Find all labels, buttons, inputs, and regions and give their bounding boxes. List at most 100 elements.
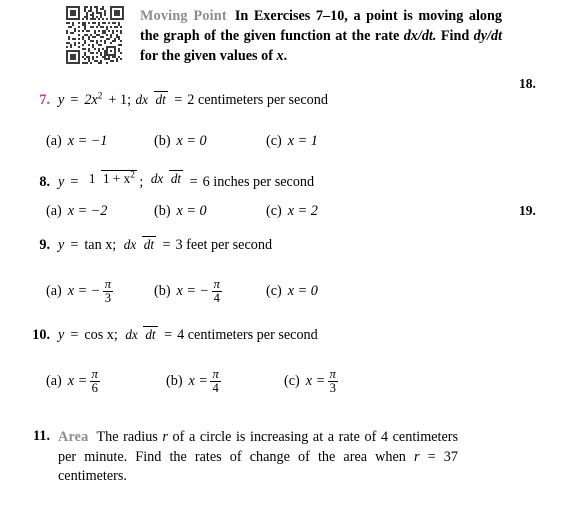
exercise-11-body: Area The radius r of a circle is increasi… (58, 428, 458, 487)
exercise-7-choice-c: (c) x = 1 (266, 133, 318, 150)
exercise-8-fraction-denominator: 1 + x2 (100, 169, 137, 186)
choice-lead: x = (188, 373, 208, 390)
exercise-7-rhs-text: 2x (84, 92, 98, 108)
exercise-7-plus-one: + 1; (108, 92, 132, 108)
choice-tag: (c) (266, 203, 282, 219)
exercise-8: 8. y = 1 1 + x2 ; dx dt = 6 inches per s… (24, 167, 314, 191)
exercise-9-rate-fraction: dx dt (122, 236, 157, 253)
category-label-area: Area (58, 429, 89, 445)
choice-tag: (b) (154, 203, 171, 219)
exercise-9-rate-numerator: dx (123, 237, 137, 253)
margin-number-18: 18. (519, 76, 536, 91)
choice-lead: x = (305, 373, 326, 390)
exercise-10-choice-b: (b) x = π 4 (166, 367, 284, 395)
exercise-9-rate-equals: = (162, 237, 171, 253)
exercise-10-choices: (a) x = π 6 (b) x = π 4 (c) x = π 3 (46, 367, 340, 396)
choice-tag: (a) (46, 203, 62, 219)
exercise-10-equals: = (70, 327, 79, 343)
exercise-7-rate-fraction: dx dt (134, 91, 168, 108)
header-text: Moving Point In Exercises 7–10, a point i… (140, 6, 502, 67)
header-math-dydt: dy/dt (473, 28, 503, 45)
choice-frac-den: 3 (102, 291, 114, 306)
choice-expr: x = −2 (67, 203, 108, 219)
choice-fraction: π 3 (327, 367, 338, 396)
exercise-8-main-fraction: 1 1 + x2 (87, 169, 137, 187)
exercise-7-exponent: 2 (97, 91, 103, 102)
exercise-7: 7. y = 2x2 + 1; dx dt = 2 centimeters pe… (24, 91, 328, 109)
exercise-8-rate-value: 6 inches per second (202, 174, 315, 190)
choice-expr: x = 0 (176, 203, 207, 219)
exercise-8-choice-b: (b) x = 0 (154, 203, 266, 220)
exercise-10: 10. y = cos x; dx dt = 4 centimeters per… (18, 326, 318, 344)
header-line1-rest: In Exercises 7–10, a point is (234, 8, 413, 24)
exercise-7-rate-denominator: dt (153, 91, 168, 108)
exercise-7-rate-equals: = (174, 92, 183, 108)
exercise-10-rate-fraction: dx dt (123, 326, 158, 343)
exercise-8-rate-denominator: dt (168, 169, 184, 186)
exercise-11: 11. Area The radius r of a circle is incr… (18, 428, 458, 487)
choice-tag: (a) (46, 133, 62, 149)
exercise-11-line3-a: when (375, 448, 415, 465)
header-line3-var: x (276, 48, 284, 65)
exercise-10-rate-value: 4 centimeters per second (177, 327, 318, 343)
exercise-7-choices: (a) x = −1 (b) x = 0 (c) x = 1 (46, 133, 318, 150)
choice-lead: x = − (176, 283, 210, 300)
exercise-10-rate-equals: = (164, 327, 173, 343)
choice-fraction: π 4 (211, 277, 222, 306)
choice-frac-den: 6 (89, 381, 100, 396)
choice-frac-num: π (104, 277, 112, 291)
exercise-8-rate-numerator: dx (150, 170, 164, 186)
choice-frac-den: 3 (327, 381, 338, 396)
exercise-9-choice-c: (c) x = 0 (266, 283, 318, 300)
header-line3-a: the rate (351, 28, 404, 45)
exercise-8-rate-equals: = (189, 174, 198, 190)
choice-expr: x = 0 (287, 283, 318, 300)
header-line3-end: . (283, 48, 288, 65)
exercise-7-equation: y = 2x2 + 1; dx dt = 2 centimeters per s… (58, 91, 328, 109)
exercise-10-choice-c: (c) x = π 3 (284, 367, 340, 396)
choice-frac-num: π (212, 367, 219, 381)
exercise-10-choice-a: (a) x = π 6 (46, 367, 166, 396)
exercise-9: 9. y = tan x; dx dt = 3 feet per second (24, 236, 273, 254)
exercise-9-y: y (58, 237, 65, 253)
exercise-7-rate-value: 2 centimeters per second (187, 92, 328, 108)
exercise-8-rate-fraction: dx dt (149, 169, 184, 187)
choice-tag: (b) (154, 133, 171, 149)
category-label-moving-point: Moving Point (140, 8, 227, 24)
choice-frac-den: 4 (211, 291, 222, 306)
exercise-10-rhs: cos x; (84, 327, 118, 343)
exercise-9-equation: y = tan x; dx dt = 3 feet per second (58, 236, 273, 254)
exercise-9-choice-b: (b) x = − π 4 (154, 277, 266, 306)
choice-fraction: π 4 (210, 367, 221, 395)
exercise-9-number: 9. (39, 237, 50, 253)
exercise-10-equation: y = cos x; dx dt = 4 centimeters per sec… (58, 326, 318, 344)
exercise-8-y: y (58, 174, 65, 190)
exercise-9-choices: (a) x = − π 3 (b) x = − π 4 (c) x = 0 (46, 277, 318, 306)
exercise-9-rate-value: 3 feet per second (175, 237, 273, 253)
margin-number-19: 19. (519, 203, 536, 218)
exercise-8-den-lead: 1 + x (102, 170, 131, 186)
exercise-7-rhs: 2x2 (84, 92, 102, 109)
exercise-10-y: y (58, 327, 65, 343)
qr-code-icon (66, 6, 124, 64)
exercise-11-line1-b: of a circle is increasing at a rate of (167, 429, 377, 445)
exercise-8-den-exponent: 2 (130, 170, 135, 181)
choice-tag: (c) (266, 133, 282, 149)
choice-fraction: π 3 (102, 277, 114, 306)
choice-frac-num: π (329, 367, 336, 381)
exercise-9-equals: = (70, 237, 79, 253)
choice-expr: x = 0 (176, 133, 207, 149)
exercise-10-number: 10. (32, 327, 50, 343)
choice-fraction: π 6 (89, 367, 100, 396)
choice-expr: x = 1 (287, 133, 318, 149)
exercise-8-equation: y = 1 1 + x2 ; dx dt = 6 inches per seco… (58, 167, 314, 191)
exercise-7-rate-numerator: dx (135, 92, 148, 108)
exercise-8-choice-c: (c) x = 2 (266, 203, 318, 220)
choice-tag: (c) (284, 373, 300, 390)
header-math-dxdt: dx/dt. (403, 28, 437, 45)
choice-tag: (b) (154, 283, 171, 300)
header-line3-c: for the given values of (140, 48, 277, 65)
exercise-8-equals: = (70, 174, 79, 190)
exercise-10-rate-denominator: dt (143, 326, 158, 343)
exercise-8-choices: (a) x = −2 (b) x = 0 (c) x = 2 (46, 203, 318, 220)
